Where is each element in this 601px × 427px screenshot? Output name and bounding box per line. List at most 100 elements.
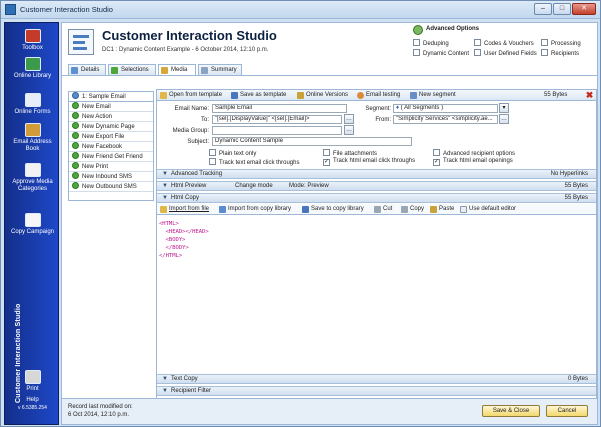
close-button[interactable]: ✕	[572, 3, 596, 15]
save-library-button[interactable]: Save to copy library	[302, 205, 364, 214]
email-name-field[interactable]: Sample Email	[212, 104, 347, 113]
chevron-down-icon: ▼	[162, 388, 168, 394]
option-track-html-clicks[interactable]: ✓ Track html email click throughs	[323, 158, 415, 166]
list-item[interactable]: New Inbound SMS	[69, 172, 153, 182]
section-html-copy[interactable]: ▼ Html Copy 55 Bytes	[157, 193, 596, 203]
option-user-defined-fields[interactable]: User Defined Fields	[474, 49, 537, 57]
section-html-preview[interactable]: ▼ Html Preview Change mode Mode: Preview…	[157, 181, 596, 191]
online-library-icon	[24, 57, 41, 71]
checkbox[interactable]	[413, 39, 420, 46]
segment-dropdown-button[interactable]: ▾	[499, 103, 509, 113]
sidebar-item-online-forms[interactable]: Online Forms	[7, 93, 58, 116]
add-icon	[72, 152, 79, 159]
sidebar-item-print[interactable]: Print	[7, 370, 58, 393]
subject-field[interactable]: Dynamic Content Sample	[212, 137, 412, 146]
list-item[interactable]: New Print	[69, 162, 153, 172]
cut-button[interactable]: Cut	[374, 205, 392, 214]
list-item[interactable]: New Facebook	[69, 142, 153, 152]
section-recipient-filter[interactable]: ▼ Recipient Filter	[157, 386, 596, 396]
summary-icon	[201, 67, 208, 74]
option-advanced-recipient[interactable]: Advanced recipient options	[433, 149, 515, 157]
segment-select[interactable]: ♦ ( All Segments )	[393, 104, 498, 113]
sidebar-item-online-library[interactable]: Online Library	[7, 57, 58, 80]
list-item[interactable]: New Email	[69, 102, 153, 112]
tab-details[interactable]: Details	[68, 64, 106, 75]
sidebar-item-label: Email Address Book	[13, 139, 52, 152]
cancel-button[interactable]: Cancel	[546, 405, 588, 417]
option-plain-text-only[interactable]: Plain text only	[209, 149, 256, 157]
change-mode-button[interactable]: Change mode	[235, 182, 273, 191]
media-group-button[interactable]: …	[344, 125, 354, 135]
sidebar-item-toolbox[interactable]: Toolbox	[7, 29, 58, 52]
minimize-button[interactable]: –	[534, 3, 552, 15]
default-editor-button[interactable]: Use default editor	[460, 205, 516, 214]
list-item[interactable]: New Export File	[69, 132, 153, 142]
list-item[interactable]: New Outbound SMS	[69, 182, 153, 192]
library-icon	[219, 206, 226, 213]
option-processing[interactable]: Processing	[541, 39, 581, 47]
tab-summary[interactable]: Summary	[198, 64, 242, 75]
media-group-field[interactable]	[212, 126, 342, 135]
list-item[interactable]: New Dynamic Page	[69, 122, 153, 132]
option-dynamic-content[interactable]: Dynamic Content	[413, 49, 469, 57]
option-codes-vouchers[interactable]: Codes & Vouchers	[474, 39, 534, 47]
record-modified: Record last modified on: 6 Oct 2014, 12:…	[68, 404, 133, 418]
checkbox-checked[interactable]: ✓	[323, 159, 330, 166]
paste-button[interactable]: Paste	[430, 205, 454, 214]
from-lookup-button[interactable]: …	[499, 114, 509, 124]
html-code-editor[interactable]: <HTML> <HEAD></HEAD> <BODY> </BODY> </HT…	[157, 217, 596, 373]
tab-selections[interactable]: Selections	[108, 64, 156, 75]
checkbox[interactable]	[209, 149, 216, 156]
checkbox-checked[interactable]: ✓	[433, 159, 440, 166]
checkbox[interactable]	[209, 158, 216, 165]
email-testing-button[interactable]: Email testing	[357, 91, 400, 100]
media-item-selected[interactable]: 1: Sample Email	[69, 92, 153, 102]
checkbox[interactable]	[323, 149, 330, 156]
delete-icon[interactable]: ✖	[585, 91, 594, 100]
maximize-button[interactable]: □	[553, 3, 571, 15]
checkbox[interactable]	[474, 39, 481, 46]
list-item[interactable]: New Friend Get Friend	[69, 152, 153, 162]
option-track-html-openings[interactable]: ✓ Track html email openings	[433, 158, 513, 166]
option-track-text-clicks[interactable]: Track text email click throughs	[209, 158, 299, 166]
sidebar-item-approve-media[interactable]: Approve Media Categories	[7, 163, 58, 193]
sidebar-item-address-book[interactable]: Email Address Book	[7, 123, 58, 153]
sidebar-item-label: Online Library	[13, 73, 52, 79]
option-recipients[interactable]: Recipients	[541, 49, 579, 57]
save-template-button[interactable]: Save as template	[231, 91, 286, 100]
import-file-button[interactable]: Import from file	[160, 205, 209, 214]
open-template-button[interactable]: Open from template	[160, 91, 222, 100]
option-deduping[interactable]: Deduping	[413, 39, 449, 47]
sidebar-item-copy-campaign[interactable]: Copy Campaign	[7, 213, 58, 236]
checkbox[interactable]	[541, 39, 548, 46]
paste-icon	[430, 206, 437, 213]
section-advanced-tracking[interactable]: ▼ Advanced Tracking No Hyperlinks	[157, 169, 596, 179]
online-versions-button[interactable]: Online Versions	[297, 91, 348, 100]
sidebar-item-help[interactable]: Help	[7, 397, 58, 404]
section-text-copy[interactable]: ▼ Text Copy 0 Bytes	[157, 374, 596, 384]
option-file-attachments[interactable]: File attachments	[323, 149, 377, 157]
checkbox[interactable]	[433, 149, 440, 156]
to-lookup-button[interactable]: …	[344, 114, 354, 124]
checkbox[interactable]	[413, 49, 420, 56]
segment-label: Segment:	[365, 106, 391, 112]
new-segment-button[interactable]: New segment	[410, 91, 456, 100]
copy-campaign-icon	[24, 213, 41, 227]
details-icon	[71, 67, 78, 74]
email-editor-panel: Open from template Save as template Onli…	[156, 89, 597, 405]
email-name-label: Email Name:	[174, 106, 209, 112]
checkbox[interactable]	[474, 49, 481, 56]
code-line: <BODY>	[159, 237, 186, 243]
html-copy-toolbar: Import from file Import from copy librar…	[157, 204, 596, 215]
save-close-button[interactable]: Save & Close	[482, 405, 540, 417]
to-field[interactable]: "[sel].[DisplayValue]" <[sel].[Email]>	[212, 115, 342, 124]
list-item[interactable]: New Action	[69, 112, 153, 122]
from-field[interactable]: "Simplicity Services" <simplicity.ae...	[393, 115, 498, 124]
copy-button[interactable]: Copy	[401, 205, 424, 214]
import-library-button[interactable]: Import from copy library	[219, 205, 291, 214]
sidebar-item-label: Approve Media Categories	[12, 179, 53, 192]
checkbox[interactable]	[541, 49, 548, 56]
add-icon	[72, 172, 79, 179]
title-bar: Customer Interaction Studio – □ ✕	[1, 1, 600, 19]
code-line: <HEAD></HEAD>	[159, 229, 209, 235]
